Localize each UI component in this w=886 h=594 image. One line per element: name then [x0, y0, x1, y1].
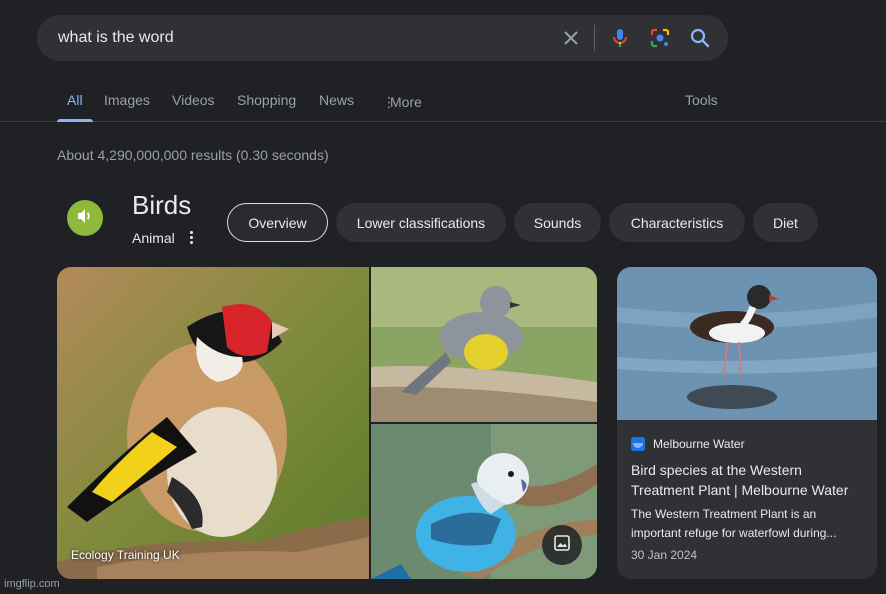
speaker-icon [75, 206, 95, 231]
tab-tools[interactable]: Tools [685, 82, 718, 122]
microphone-icon[interactable] [608, 26, 632, 50]
close-icon[interactable] [559, 26, 583, 50]
search-input[interactable] [58, 28, 538, 48]
goldfinch-image[interactable] [57, 267, 369, 579]
news-source: Melbourne Water [631, 437, 745, 451]
knowledge-subtitle: Animal [132, 230, 175, 246]
chip-sounds[interactable]: Sounds [514, 203, 601, 242]
tab-more-label: More [390, 94, 422, 110]
knowledge-title: Birds [132, 190, 192, 220]
tab-more[interactable]: ⋮ More [382, 82, 422, 122]
lens-icon[interactable] [648, 26, 672, 50]
result-stats: About 4,290,000,000 results (0.30 second… [57, 147, 329, 163]
tab-all[interactable]: All [57, 82, 92, 122]
yellow-robin-image[interactable] [371, 267, 597, 422]
chip-overview[interactable]: Overview [227, 203, 328, 242]
gallery-icon [553, 534, 571, 557]
melbourne-water-logo-icon [631, 437, 645, 451]
search-divider [594, 25, 595, 51]
news-source-name: Melbourne Water [653, 437, 745, 451]
tab-videos[interactable]: Videos [172, 82, 215, 122]
news-card-date: 30 Jan 2024 [631, 548, 698, 562]
chip-characteristics[interactable]: Characteristics [609, 203, 745, 242]
news-card-snippet: The Western Treatment Plant is an import… [631, 507, 837, 540]
news-card[interactable]: Melbourne Water Bird species at the West… [617, 267, 877, 579]
search-bar [37, 15, 728, 61]
tab-news[interactable]: News [319, 82, 354, 122]
search-nav: All Images Videos Shopping News ⋮ More T… [0, 82, 886, 122]
chip-lower-classifications[interactable]: Lower classifications [336, 203, 506, 242]
watermark: imgflip.com [4, 578, 60, 590]
stilt-bird-image [617, 267, 877, 420]
more-vert-icon: ⋮ [382, 94, 396, 110]
gallery-button[interactable] [542, 525, 582, 565]
tab-shopping[interactable]: Shopping [237, 82, 296, 122]
more-vert-icon[interactable] [184, 228, 198, 246]
news-card-title[interactable]: Bird species at the Western Treatment Pl… [631, 460, 867, 500]
image-caption: Ecology Training UK [71, 548, 180, 562]
search-icon[interactable] [688, 26, 712, 50]
chip-diet[interactable]: Diet [753, 203, 818, 242]
speaker-button[interactable] [67, 200, 103, 236]
tab-images[interactable]: Images [104, 82, 150, 122]
